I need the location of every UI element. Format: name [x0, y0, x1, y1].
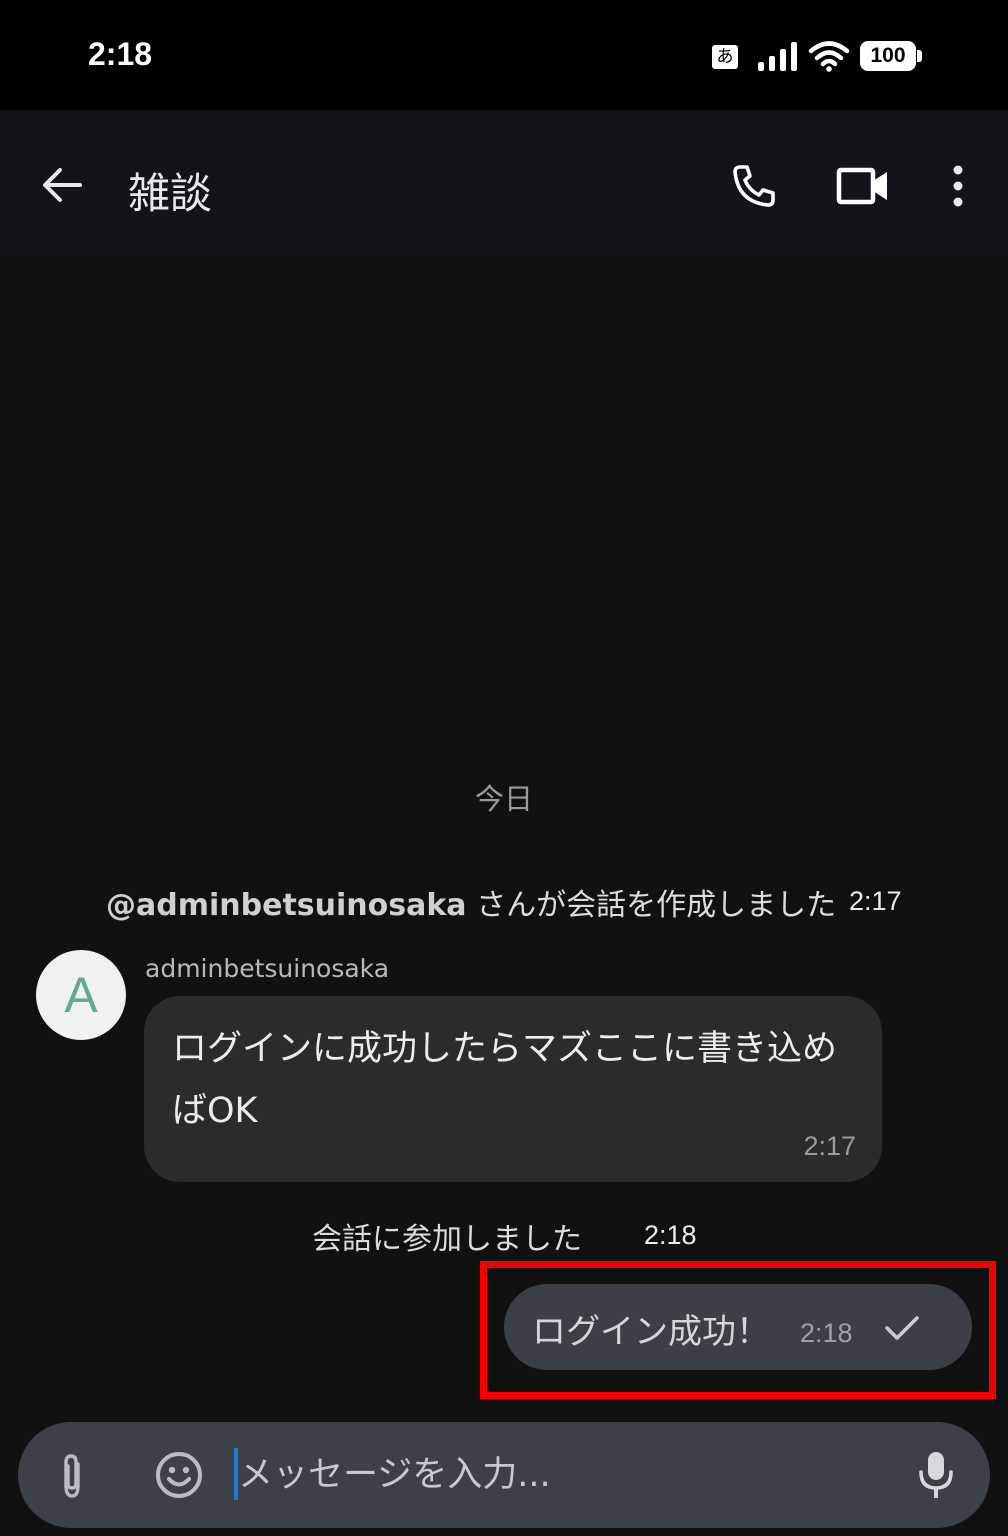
message-text: ログインに成功したらマズここに書き込めばOK — [172, 1029, 838, 1131]
message-time: 2:18 — [800, 1318, 853, 1348]
incoming-message-bubble[interactable]: ログインに成功したらマズここに書き込めばOK 2:17 — [144, 996, 882, 1182]
creator-mention[interactable]: @adminbetsuinosaka — [106, 888, 467, 923]
system-message-created: @adminbetsuinosaka さんが会話を作成しました — [106, 880, 836, 924]
ime-indicator-icon: あ — [712, 45, 738, 69]
avatar[interactable]: A — [36, 950, 126, 1040]
date-separator: 今日 — [474, 782, 533, 816]
microphone-icon[interactable] — [918, 1450, 954, 1500]
status-time: 2:18 — [88, 36, 153, 72]
more-options-icon[interactable] — [944, 164, 972, 208]
status-bar: 2:18 あ 100 — [0, 0, 1008, 110]
back-arrow-icon[interactable] — [40, 163, 84, 207]
battery-icon: 100 — [860, 41, 922, 73]
system-message-joined: 会話に参加しました — [312, 1222, 582, 1257]
phone-call-icon[interactable] — [730, 162, 778, 210]
sender-name: adminbetsuinosaka — [145, 954, 390, 983]
system-joined-time: 2:18 — [644, 1220, 697, 1250]
app-bar: 雑談 — [0, 110, 1008, 256]
message-text: ログイン成功！ — [532, 1312, 770, 1352]
emoji-icon[interactable] — [154, 1450, 204, 1500]
signal-icon — [758, 42, 797, 71]
conversation-title: 雑談 — [128, 169, 213, 218]
wifi-icon — [808, 41, 850, 72]
message-input[interactable] — [238, 1442, 878, 1508]
system-message-time: 2:17 — [849, 886, 902, 916]
battery-level: 100 — [860, 41, 916, 71]
video-call-icon[interactable] — [836, 166, 890, 206]
outgoing-message-bubble[interactable]: ログイン成功！ 2:18 — [504, 1284, 972, 1370]
message-time: 2:17 — [803, 1131, 856, 1161]
system-message-text: さんが会話を作成しました — [466, 888, 837, 923]
message-composer — [18, 1422, 990, 1528]
attachment-icon[interactable] — [54, 1452, 90, 1500]
sent-check-icon — [885, 1316, 919, 1340]
